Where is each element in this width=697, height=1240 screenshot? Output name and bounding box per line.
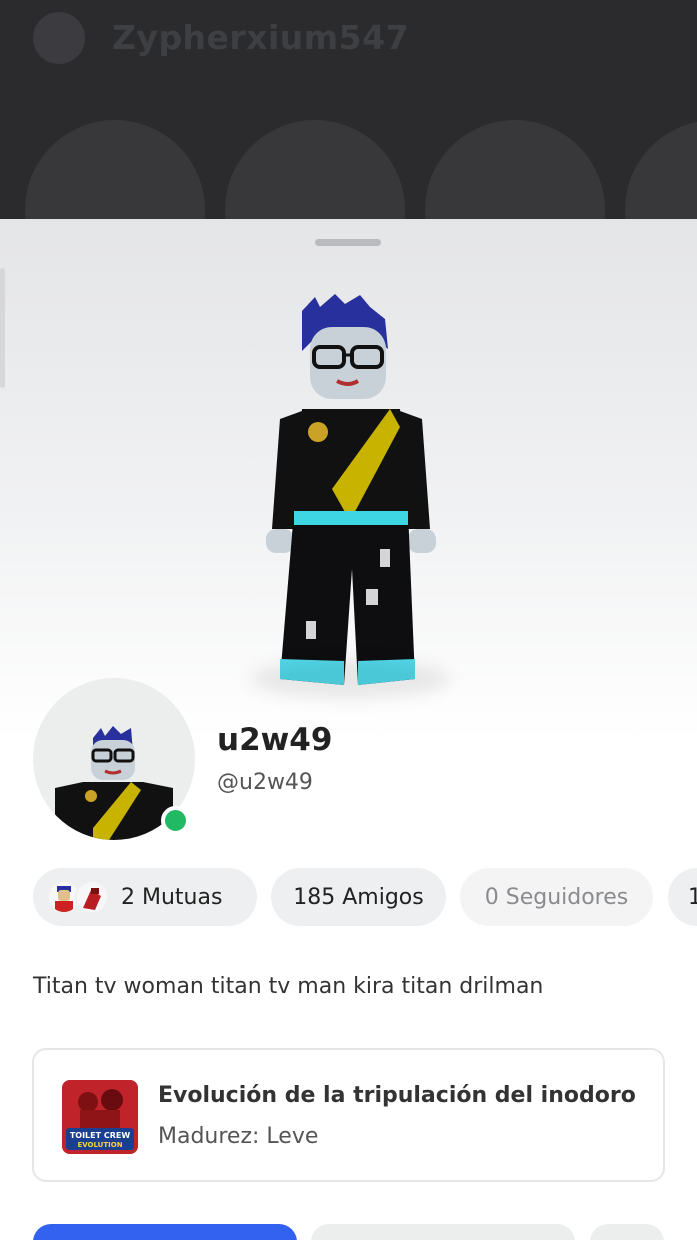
game-card[interactable]: TOILET CREW EVOLUTION Evolución de la tr…	[32, 1048, 665, 1182]
followers-pill[interactable]: 0 Seguidores	[460, 868, 653, 926]
game-thumbnail: TOILET CREW EVOLUTION	[62, 1080, 138, 1154]
game-thumb-text-2: EVOLUTION	[77, 1141, 122, 1149]
username: @u2w49	[217, 770, 313, 795]
background-page: Zypherxium547	[0, 0, 697, 219]
profile-bio: Titan tv woman titan tv man kira titan d…	[33, 974, 544, 999]
more-options-button[interactable]	[590, 1224, 664, 1240]
background-title: Zypherxium547	[112, 18, 410, 57]
mutuals-label: 2 Mutuas	[121, 884, 223, 910]
background-tile	[425, 120, 605, 219]
friends-pill[interactable]: 185 Amigos	[271, 868, 446, 926]
following-pill[interactable]: 1	[668, 868, 697, 926]
online-status-dot	[161, 806, 190, 835]
profile-sheet: u2w49 @u2w49 2 Mutuas 185 Amigos 0 Segui…	[0, 219, 697, 1240]
background-tile	[25, 120, 205, 219]
scrollbar[interactable]	[0, 268, 5, 388]
sheet-drag-handle[interactable]	[315, 239, 381, 246]
followers-label: 0 Seguidores	[484, 884, 629, 910]
avatar-figure	[266, 294, 436, 685]
game-thumbnail-art: TOILET CREW EVOLUTION	[62, 1080, 138, 1154]
primary-action-button[interactable]	[33, 1224, 297, 1240]
background-tile	[225, 120, 405, 219]
secondary-action-button[interactable]	[311, 1224, 575, 1240]
background-tile	[625, 120, 697, 219]
game-title: Evolución de la tripulación del inodoro	[158, 1083, 636, 1108]
avatar-3d-view[interactable]	[240, 289, 460, 709]
game-maturity: Madurez: Leve	[158, 1124, 319, 1149]
mutuals-pill[interactable]: 2 Mutuas	[33, 868, 257, 926]
game-thumb-text-1: TOILET CREW	[70, 1131, 131, 1140]
display-name: u2w49	[217, 722, 333, 758]
friends-label: 185 Amigos	[293, 884, 424, 910]
mutual-avatar-2	[75, 880, 109, 914]
background-avatar	[33, 12, 85, 64]
following-label: 1	[688, 884, 697, 910]
